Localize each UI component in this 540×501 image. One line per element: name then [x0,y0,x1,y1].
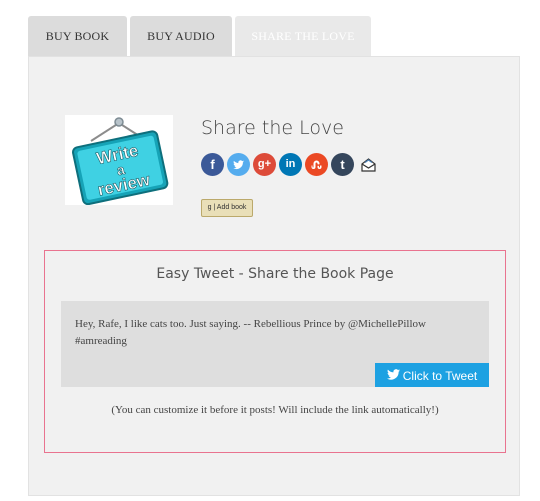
write-a-review-image[interactable]: Write a review [65,115,173,206]
tweet-note: (You can customize it before it posts! W… [111,404,439,416]
stumbleupon-icon[interactable] [305,153,328,176]
twitter-bird-icon [386,364,400,388]
google-plus-icon[interactable]: g+ [253,153,276,176]
write-review-sign: Write a review [72,117,169,206]
twitter-icon[interactable] [227,153,250,176]
tweet-quote: Hey, Rafe, I like cats too. Just saying.… [75,318,426,347]
tweet-heading: Easy Tweet - Share the Book Page [156,266,394,282]
share-title: Share the Love [201,117,344,139]
easy-tweet-box: Easy Tweet - Share the Book Page Hey, Ra… [44,250,506,453]
tab-buy-book[interactable]: BUY BOOK [28,16,127,57]
tab-buy-audio[interactable]: BUY AUDIO [130,16,232,57]
goodreads-add-book-button[interactable]: g | Add book [201,199,253,217]
facebook-icon[interactable]: f [201,153,224,176]
tab-share-the-love[interactable]: SHARE THE LOVE [235,16,371,57]
click-to-tweet-button[interactable]: Click to Tweet [375,363,489,387]
click-to-tweet-label: Click to Tweet [402,368,478,383]
email-icon[interactable] [357,153,380,176]
tumblr-icon[interactable]: t [331,153,354,176]
tweet-quote-area: Hey, Rafe, I like cats too. Just saying.… [61,301,489,387]
share-panel: Write a review Share the Love f g+ in t … [28,56,520,496]
linkedin-icon[interactable]: in [279,153,302,176]
